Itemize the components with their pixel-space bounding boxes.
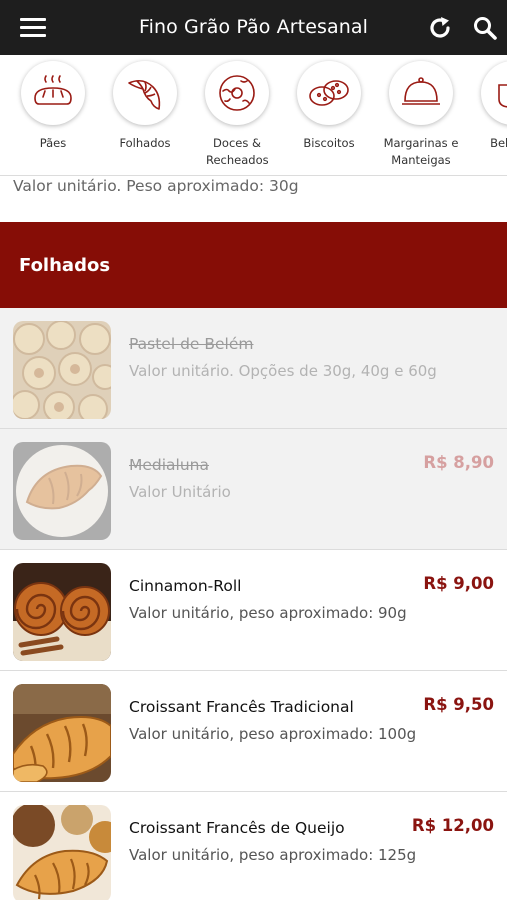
- category-doces-recheados[interactable]: Doces & Recheados: [191, 55, 283, 175]
- search-icon[interactable]: [472, 15, 498, 41]
- donut-icon: [219, 75, 255, 111]
- product-price: R$ 9,50: [423, 695, 494, 714]
- refresh-icon[interactable]: [427, 15, 453, 41]
- product-name: Croissant Francês de Queijo: [129, 819, 345, 837]
- product-description: Valor Unitário: [129, 483, 231, 501]
- section-title: Folhados: [19, 255, 111, 276]
- list-item-partial[interactable]: Valor unitário. Peso aproximado: 30g: [0, 176, 507, 222]
- category-label-text: Margarinas e Manteigas: [383, 136, 459, 167]
- category-circle: [205, 61, 269, 125]
- category-bebidas[interactable]: Bebidas: [467, 55, 507, 175]
- product-image: [13, 442, 111, 540]
- category-margarinas-manteigas[interactable]: Margarinas e Manteigas: [375, 55, 467, 175]
- product-image: [13, 321, 111, 419]
- product-description: Valor unitário, peso aproximado: 125g: [129, 846, 417, 864]
- cloche-icon: [402, 77, 440, 105]
- product-description: Valor unitário, peso aproximado: 100g: [129, 725, 417, 743]
- category-label: Margarinas e Manteigas: [375, 135, 467, 169]
- section-header-folhados: Folhados: [0, 222, 507, 308]
- product-item-medialuna[interactable]: Medialuna Valor Unitário R$ 8,90: [0, 429, 507, 550]
- category-label: Folhados: [119, 136, 171, 150]
- category-label: Bebidas: [490, 136, 507, 150]
- product-item-pastel-de-belem[interactable]: Pastel de Belém Valor unitário. Opções d…: [0, 308, 507, 429]
- category-paes[interactable]: Pães: [7, 55, 99, 175]
- product-name: Pastel de Belém: [129, 335, 254, 353]
- product-price: R$ 9,00: [423, 574, 494, 593]
- product-description: Valor unitário. Opções de 30g, 40g e 60g: [129, 362, 437, 380]
- product-image: [13, 684, 111, 782]
- category-circle: [297, 61, 361, 125]
- top-app-bar: Fino Grão Pão Artesanal: [0, 0, 507, 55]
- category-folhados[interactable]: Folhados: [99, 55, 191, 175]
- category-circle: [113, 61, 177, 125]
- product-item-cinnamon-roll[interactable]: Cinnamon-Roll Valor unitário, peso aprox…: [0, 550, 507, 671]
- cup-icon: [498, 84, 507, 108]
- bread-icon: [34, 75, 72, 105]
- croissant-icon: [128, 79, 161, 110]
- category-circle: [481, 61, 507, 125]
- product-price: R$ 12,00: [411, 816, 494, 835]
- product-price: R$ 8,90: [423, 453, 494, 472]
- category-circle: [21, 61, 85, 125]
- product-name: Medialuna: [129, 456, 210, 474]
- product-item-croissant-queijo[interactable]: Croissant Francês de Queijo Valor unitár…: [0, 792, 507, 900]
- product-name: Croissant Francês Tradicional: [129, 698, 354, 716]
- category-label: Pães: [39, 136, 67, 150]
- category-label: Biscoitos: [303, 136, 355, 150]
- category-label: Doces & Recheados: [191, 135, 283, 169]
- product-image: [13, 805, 111, 900]
- product-image: [13, 563, 111, 661]
- category-circle: [389, 61, 453, 125]
- category-strip: Pães Folhados Doces & Recheados Biscoito…: [0, 55, 507, 176]
- item-description: Valor unitário. Peso aproximado: 30g: [13, 177, 299, 195]
- product-item-croissant-tradicional[interactable]: Croissant Francês Tradicional Valor unit…: [0, 671, 507, 792]
- category-biscoitos[interactable]: Biscoitos: [283, 55, 375, 175]
- category-label-text: Doces & Recheados: [206, 136, 269, 167]
- cookies-icon: [309, 80, 349, 106]
- product-name: Cinnamon-Roll: [129, 577, 242, 595]
- product-description: Valor unitário, peso aproximado: 90g: [129, 604, 407, 622]
